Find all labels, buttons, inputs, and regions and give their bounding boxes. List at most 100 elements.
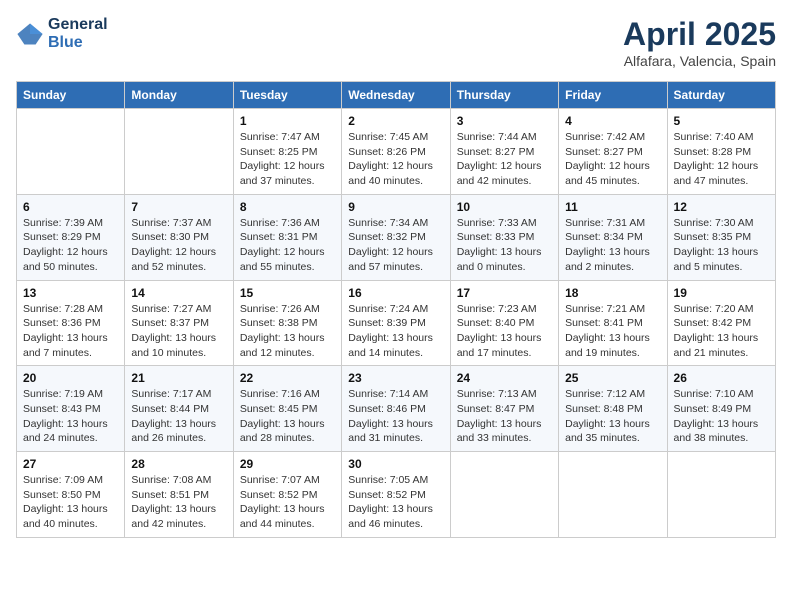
day-header-sunday: Sunday	[17, 82, 125, 109]
day-info: Sunrise: 7:07 AM Sunset: 8:52 PM Dayligh…	[240, 473, 335, 532]
day-info: Sunrise: 7:33 AM Sunset: 8:33 PM Dayligh…	[457, 216, 552, 275]
day-number: 20	[23, 371, 118, 385]
calendar-cell: 9Sunrise: 7:34 AM Sunset: 8:32 PM Daylig…	[342, 194, 450, 280]
day-number: 10	[457, 200, 552, 214]
page-header: General Blue April 2025 Alfafara, Valenc…	[16, 16, 776, 69]
day-info: Sunrise: 7:12 AM Sunset: 8:48 PM Dayligh…	[565, 387, 660, 446]
calendar-cell: 27Sunrise: 7:09 AM Sunset: 8:50 PM Dayli…	[17, 452, 125, 538]
day-info: Sunrise: 7:14 AM Sunset: 8:46 PM Dayligh…	[348, 387, 443, 446]
calendar-cell: 10 Sunrise: 7:33 AM Sunset: 8:33 PM Dayli…	[450, 194, 558, 280]
day-number: 19	[674, 286, 769, 300]
calendar-cell	[125, 109, 233, 195]
calendar-cell: 12 Sunrise: 7:30 AM Sunset: 8:35 PM Dayli…	[667, 194, 775, 280]
main-title: April 2025	[623, 16, 776, 53]
day-info: Sunrise: 7:30 AM Sunset: 8:35 PM Dayligh…	[674, 216, 769, 275]
day-info: Sunrise: 7:27 AM Sunset: 8:37 PM Dayligh…	[131, 302, 226, 361]
calendar-cell: 30Sunrise: 7:05 AM Sunset: 8:52 PM Dayli…	[342, 452, 450, 538]
day-info: Sunrise: 7:19 AM Sunset: 8:43 PM Dayligh…	[23, 387, 118, 446]
day-number: 1	[240, 114, 335, 128]
day-number: 25	[565, 371, 660, 385]
day-info: Sunrise: 7:36 AM Sunset: 8:31 PM Dayligh…	[240, 216, 335, 275]
day-info: Sunrise: 7:47 AM Sunset: 8:25 PM Dayligh…	[240, 130, 335, 189]
day-number: 15	[240, 286, 335, 300]
calendar-cell: 24 Sunrise: 7:13 AM Sunset: 8:47 PM Dayli…	[450, 366, 558, 452]
day-info: Sunrise: 7:42 AM Sunset: 8:27 PM Dayligh…	[565, 130, 660, 189]
day-info: Sunrise: 7:26 AM Sunset: 8:38 PM Dayligh…	[240, 302, 335, 361]
calendar-cell: 15 Sunrise: 7:26 AM Sunset: 8:38 PM Dayli…	[233, 280, 341, 366]
logo-text: General Blue	[48, 16, 108, 51]
logo: General Blue	[16, 16, 108, 51]
day-number: 21	[131, 371, 226, 385]
calendar-cell: 4 Sunrise: 7:42 AM Sunset: 8:27 PM Daylig…	[559, 109, 667, 195]
calendar-cell	[667, 452, 775, 538]
day-number: 14	[131, 286, 226, 300]
day-info: Sunrise: 7:28 AM Sunset: 8:36 PM Dayligh…	[23, 302, 118, 361]
day-number: 16	[348, 286, 443, 300]
calendar-cell: 23 Sunrise: 7:14 AM Sunset: 8:46 PM Dayli…	[342, 366, 450, 452]
calendar-cell: 5 Sunrise: 7:40 AM Sunset: 8:28 PM Daylig…	[667, 109, 775, 195]
calendar-cell: 28 Sunrise: 7:08 AM Sunset: 8:51 PM Dayli…	[125, 452, 233, 538]
day-header-wednesday: Wednesday	[342, 82, 450, 109]
day-number: 28	[131, 457, 226, 471]
day-header-monday: Monday	[125, 82, 233, 109]
calendar-cell: 26 Sunrise: 7:10 AM Sunset: 8:49 PM Dayli…	[667, 366, 775, 452]
day-info: Sunrise: 7:17 AM Sunset: 8:44 PM Dayligh…	[131, 387, 226, 446]
calendar-cell: 19 Sunrise: 7:20 AM Sunset: 8:42 PM Dayli…	[667, 280, 775, 366]
day-info: Sunrise: 7:24 AM Sunset: 8:39 PM Dayligh…	[348, 302, 443, 361]
calendar-cell: 1 Sunrise: 7:47 AM Sunset: 8:25 PM Daylig…	[233, 109, 341, 195]
week-row-5: 27Sunrise: 7:09 AM Sunset: 8:50 PM Dayli…	[17, 452, 776, 538]
calendar-cell: 2Sunrise: 7:45 AM Sunset: 8:26 PM Daylig…	[342, 109, 450, 195]
day-info: Sunrise: 7:08 AM Sunset: 8:51 PM Dayligh…	[131, 473, 226, 532]
calendar-cell	[559, 452, 667, 538]
day-number: 29	[240, 457, 335, 471]
title-block: April 2025 Alfafara, Valencia, Spain	[623, 16, 776, 69]
logo-icon	[16, 20, 44, 48]
day-info: Sunrise: 7:40 AM Sunset: 8:28 PM Dayligh…	[674, 130, 769, 189]
day-number: 8	[240, 200, 335, 214]
day-number: 13	[23, 286, 118, 300]
calendar-cell: 6Sunrise: 7:39 AM Sunset: 8:29 PM Daylig…	[17, 194, 125, 280]
calendar-cell: 29 Sunrise: 7:07 AM Sunset: 8:52 PM Dayli…	[233, 452, 341, 538]
day-number: 23	[348, 371, 443, 385]
day-info: Sunrise: 7:10 AM Sunset: 8:49 PM Dayligh…	[674, 387, 769, 446]
day-number: 18	[565, 286, 660, 300]
day-number: 4	[565, 114, 660, 128]
day-header-thursday: Thursday	[450, 82, 558, 109]
day-number: 26	[674, 371, 769, 385]
day-info: Sunrise: 7:16 AM Sunset: 8:45 PM Dayligh…	[240, 387, 335, 446]
day-number: 24	[457, 371, 552, 385]
calendar-cell	[450, 452, 558, 538]
calendar-cell: 11 Sunrise: 7:31 AM Sunset: 8:34 PM Dayli…	[559, 194, 667, 280]
day-number: 5	[674, 114, 769, 128]
day-info: Sunrise: 7:20 AM Sunset: 8:42 PM Dayligh…	[674, 302, 769, 361]
week-row-4: 20 Sunrise: 7:19 AM Sunset: 8:43 PM Dayli…	[17, 366, 776, 452]
day-info: Sunrise: 7:21 AM Sunset: 8:41 PM Dayligh…	[565, 302, 660, 361]
calendar-cell: 16 Sunrise: 7:24 AM Sunset: 8:39 PM Dayli…	[342, 280, 450, 366]
day-info: Sunrise: 7:13 AM Sunset: 8:47 PM Dayligh…	[457, 387, 552, 446]
day-header-friday: Friday	[559, 82, 667, 109]
day-number: 3	[457, 114, 552, 128]
day-header-saturday: Saturday	[667, 82, 775, 109]
calendar-cell: 20 Sunrise: 7:19 AM Sunset: 8:43 PM Dayli…	[17, 366, 125, 452]
calendar-cell: 17Sunrise: 7:23 AM Sunset: 8:40 PM Dayli…	[450, 280, 558, 366]
day-number: 11	[565, 200, 660, 214]
day-info: Sunrise: 7:23 AM Sunset: 8:40 PM Dayligh…	[457, 302, 552, 361]
calendar-cell: 22 Sunrise: 7:16 AM Sunset: 8:45 PM Dayli…	[233, 366, 341, 452]
calendar-cell: 14 Sunrise: 7:27 AM Sunset: 8:37 PM Dayli…	[125, 280, 233, 366]
calendar-cell: 25 Sunrise: 7:12 AM Sunset: 8:48 PM Dayli…	[559, 366, 667, 452]
day-header-tuesday: Tuesday	[233, 82, 341, 109]
day-info: Sunrise: 7:44 AM Sunset: 8:27 PM Dayligh…	[457, 130, 552, 189]
calendar-cell	[17, 109, 125, 195]
day-info: Sunrise: 7:45 AM Sunset: 8:26 PM Dayligh…	[348, 130, 443, 189]
week-row-2: 6Sunrise: 7:39 AM Sunset: 8:29 PM Daylig…	[17, 194, 776, 280]
subtitle: Alfafara, Valencia, Spain	[623, 53, 776, 69]
day-number: 12	[674, 200, 769, 214]
calendar-cell: 21 Sunrise: 7:17 AM Sunset: 8:44 PM Dayli…	[125, 366, 233, 452]
calendar-cell: 8 Sunrise: 7:36 AM Sunset: 8:31 PM Daylig…	[233, 194, 341, 280]
week-row-3: 13 Sunrise: 7:28 AM Sunset: 8:36 PM Dayli…	[17, 280, 776, 366]
calendar-cell: 13 Sunrise: 7:28 AM Sunset: 8:36 PM Dayli…	[17, 280, 125, 366]
day-number: 22	[240, 371, 335, 385]
day-number: 9	[348, 200, 443, 214]
day-info: Sunrise: 7:31 AM Sunset: 8:34 PM Dayligh…	[565, 216, 660, 275]
day-header-row: SundayMondayTuesdayWednesdayThursdayFrid…	[17, 82, 776, 109]
